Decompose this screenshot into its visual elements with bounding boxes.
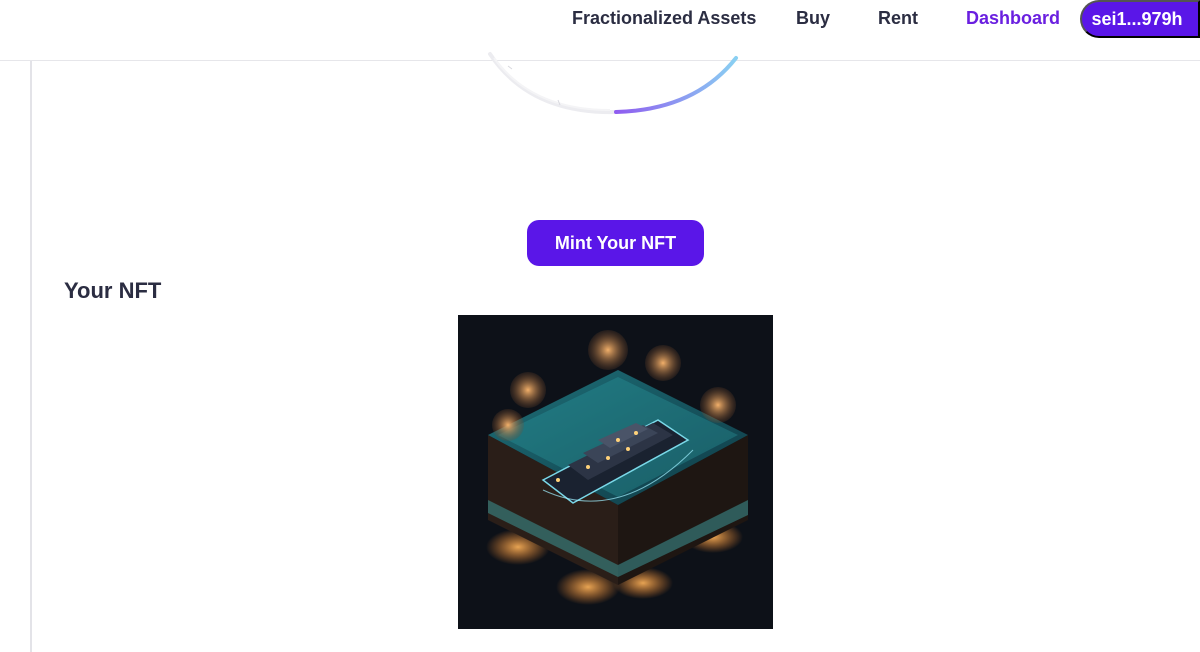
left-divider bbox=[30, 61, 32, 652]
progress-gauge bbox=[470, 40, 770, 120]
nft-yacht-diorama-icon bbox=[458, 315, 773, 629]
nav-buy[interactable]: Buy bbox=[796, 8, 830, 29]
gauge-arc-icon bbox=[488, 52, 738, 115]
nft-image[interactable] bbox=[458, 315, 773, 629]
mint-nft-button[interactable]: Mint Your NFT bbox=[527, 220, 704, 266]
nav-rent[interactable]: Rent bbox=[878, 8, 918, 29]
nav-dashboard[interactable]: Dashboard bbox=[966, 8, 1060, 29]
your-nft-heading: Your NFT bbox=[64, 278, 162, 303]
nav-fractionalized-assets[interactable]: Fractionalized Assets bbox=[572, 8, 756, 29]
wallet-connect-button[interactable]: sei1...979h bbox=[1080, 0, 1200, 38]
